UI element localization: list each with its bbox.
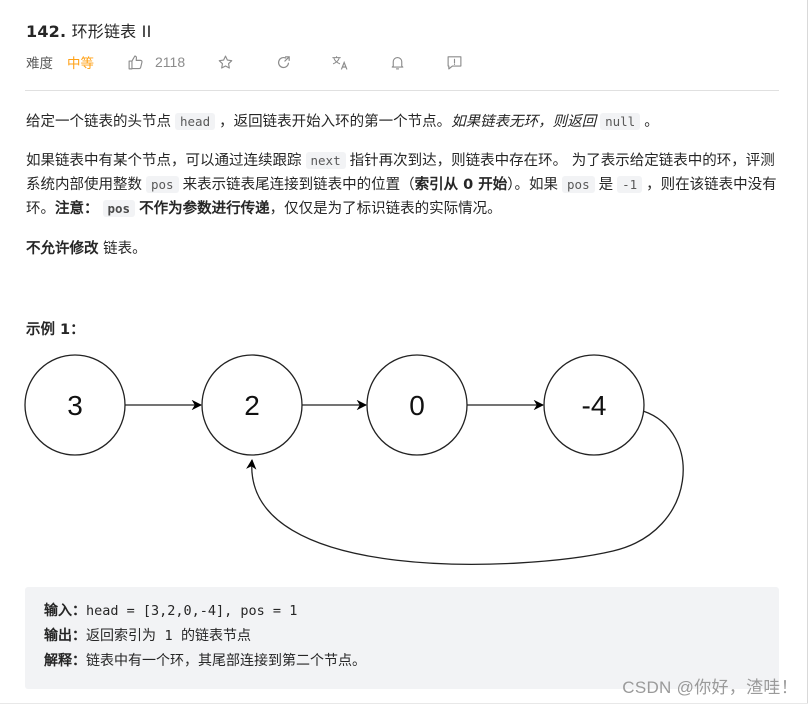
translate-icon[interactable] (331, 53, 349, 71)
text: ，返回链表开始入环的第一个节点。 (219, 114, 452, 130)
difficulty-label: 难度 (26, 56, 53, 72)
difficulty-badge: 中等 (67, 56, 94, 72)
description-paragraph-2: 如果链表中有某个节点，可以通过连续跟踪 next 指针再次到达，则链表中存在环。 为… (26, 149, 786, 221)
inline-code: head (175, 113, 216, 130)
example-explanation: 解释：链表中有一个环，其尾部连接到第二个节点。 (44, 650, 366, 672)
linked-list-diagram: 3 2 0 -4 (24, 354, 684, 565)
star-icon[interactable] (216, 53, 234, 71)
node-value: 0 (409, 390, 425, 421)
explanation-label: 解释： (44, 653, 86, 669)
node-value: -4 (582, 390, 607, 421)
inline-code: pos (146, 176, 179, 193)
header-divider (25, 90, 779, 91)
watermark: CSDN @你好，渣哇！ (622, 678, 798, 697)
problem-name: 环形链表 II (71, 22, 152, 41)
text: 链表。 (103, 241, 147, 257)
input-label: 输入： (44, 603, 86, 619)
inline-code: pos (102, 200, 136, 217)
text: ，仅仅是为了标识链表的实际情况。 (269, 201, 502, 217)
like-count: 2118 (155, 54, 186, 70)
text: 如果链表中有某个节点，可以通过连续跟踪 (26, 153, 302, 169)
bold-text: 不允许修改 (26, 241, 99, 257)
bold-text: 注意： (55, 201, 99, 217)
list-node: 2 (201, 354, 303, 456)
text: 是 (598, 177, 614, 193)
node-value: 3 (67, 390, 83, 421)
output-label: 输出： (44, 628, 86, 644)
share-icon[interactable] (274, 53, 292, 71)
problem-number: 142. (26, 22, 67, 41)
output-text: 返回索引为 (86, 628, 156, 644)
text: ）。如果 (507, 177, 559, 193)
bold-text: 索引从 0 开始 (414, 177, 508, 193)
problem-meta-bar: 难度 中等 2118 (26, 52, 463, 72)
output-code: 1 (164, 628, 173, 644)
inline-code: next (305, 152, 346, 169)
thumbs-up-icon[interactable] (126, 53, 144, 71)
input-value: head = [3,2,0,-4], pos = 1 (86, 603, 298, 619)
italic-text: 如果链表无环，则返回 (451, 114, 597, 130)
text: 。 (644, 114, 659, 130)
example-input: 输入：head = [3,2,0,-4], pos = 1 (44, 600, 297, 622)
description-paragraph-1: 给定一个链表的头节点 head ，返回链表开始入环的第一个节点。如果链表无环，则返回… (26, 110, 786, 134)
text: 给定一个链表的头节点 (26, 114, 171, 130)
problem-title: 142. 环形链表 II (26, 18, 152, 42)
explanation-text: 链表中有一个环，其尾部连接到第二个节点。 (86, 653, 366, 669)
output-text: 的链表节点 (181, 628, 252, 644)
feedback-icon[interactable] (445, 53, 463, 71)
node-value: 2 (244, 390, 260, 421)
text: 来表示链表尾连接到链表中的位置（ (182, 177, 415, 193)
list-node: 0 (366, 354, 468, 456)
example-label: 示例 1： (26, 322, 85, 338)
inline-code: pos (562, 176, 595, 193)
example-output: 输出：返回索引为 1 的链表节点 (44, 625, 251, 647)
inline-code: -1 (617, 176, 643, 193)
bold-text: 不作为参数进行传递 (139, 201, 270, 217)
list-node: -4 (543, 354, 645, 456)
description-paragraph-3: 不允许修改 链表。 (26, 237, 786, 261)
bell-icon[interactable] (388, 53, 406, 71)
list-node: 3 (24, 354, 126, 456)
inline-code: null (600, 113, 641, 130)
